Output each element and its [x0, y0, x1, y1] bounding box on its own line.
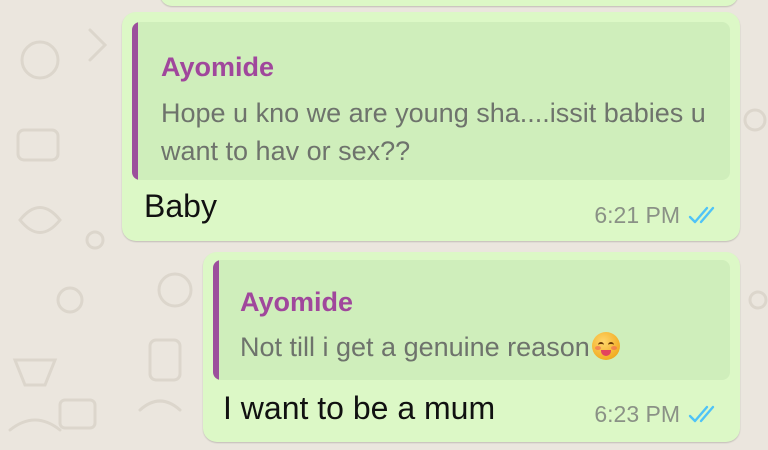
quoted-message-line: Not till i get a genuine reason [240, 328, 730, 366]
double-check-read-icon [688, 405, 715, 422]
double-check-read-icon [688, 206, 715, 223]
outgoing-message-bubble[interactable]: Ayomide Hope u kno we are young sha....i… [122, 12, 740, 241]
quoted-message-text: Hope u kno we are young sha....issit bab… [161, 98, 706, 166]
quoted-reply-box[interactable]: Ayomide Not till i get a genuine reason [213, 260, 730, 380]
quoted-author-name: Ayomide [161, 52, 275, 82]
outgoing-message-bubble[interactable]: Ayomide Not till i get a genuine reason … [203, 252, 740, 442]
quote-accent-bar [213, 260, 219, 380]
message-text: I want to be a mum [223, 390, 496, 426]
quoted-message-text: Not till i get a genuine reason [240, 332, 590, 362]
message-timestamp: 6:23 PM [594, 401, 680, 427]
quote-accent-bar [132, 22, 138, 180]
smiling-face-with-tongue-emoji-icon [591, 332, 620, 360]
quoted-author-name: Ayomide [240, 287, 354, 317]
quoted-reply-box[interactable]: Ayomide Hope u kno we are young sha....i… [132, 22, 730, 180]
message-timestamp: 6:21 PM [594, 202, 680, 228]
message-meta: 6:23 PM [594, 401, 722, 428]
message-meta: 6:21 PM [594, 202, 722, 229]
previous-message-bubble[interactable] [160, 0, 738, 6]
message-text: Baby [144, 188, 217, 224]
